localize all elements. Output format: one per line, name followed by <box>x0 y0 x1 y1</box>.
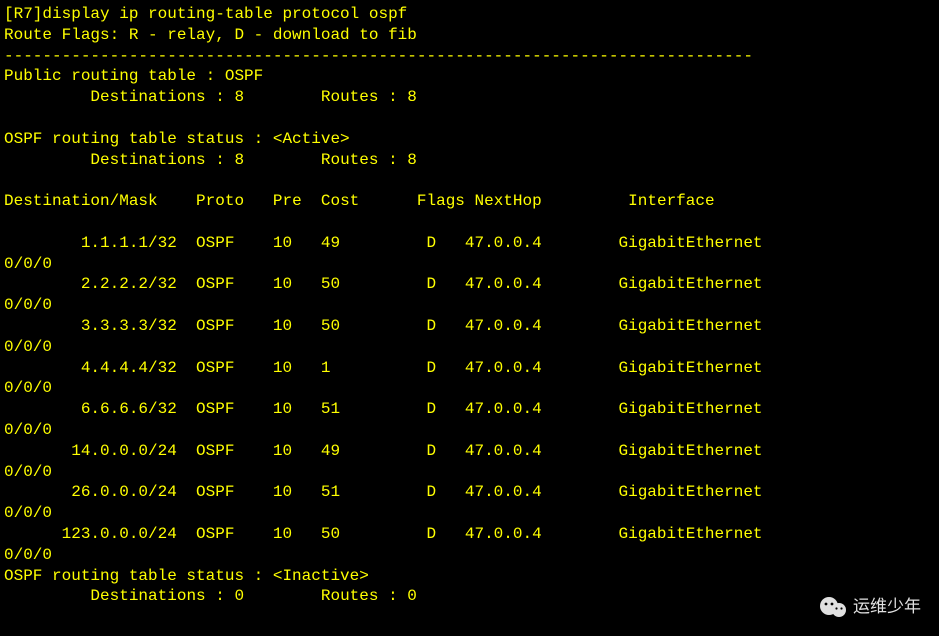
watermark-text: 运维少年 <box>853 596 921 618</box>
dest-count: 0 <box>234 587 244 605</box>
header-pre: Pre <box>273 192 302 210</box>
dest-label: Destinations : <box>90 587 224 605</box>
header-iface: Interface <box>628 192 714 210</box>
inactive-status-title: OSPF routing table status : <Inactive> <box>4 567 369 585</box>
header-cost: Cost <box>321 192 359 210</box>
dest-count: 8 <box>234 151 244 169</box>
dest-label: Destinations : <box>90 88 224 106</box>
divider-line: ----------------------------------------… <box>4 47 753 65</box>
active-status-title: OSPF routing table status : <Active> <box>4 130 350 148</box>
routes-label: Routes : <box>321 151 398 169</box>
dest-label: Destinations : <box>90 151 224 169</box>
prompt: [R7] <box>4 5 42 23</box>
header-dest: Destination/Mask <box>4 192 158 210</box>
command-text: display ip routing-table protocol ospf <box>42 5 407 23</box>
routes-count: 0 <box>407 587 417 605</box>
public-table-title: Public routing table : OSPF <box>4 67 263 85</box>
routes-count: 8 <box>407 151 417 169</box>
watermark: 运维少年 <box>819 596 921 618</box>
header-flags: Flags <box>417 192 465 210</box>
dest-count: 8 <box>234 88 244 106</box>
terminal-output: [R7]display ip routing-table protocol os… <box>4 4 935 607</box>
header-proto: Proto <box>196 192 244 210</box>
routes-count: 8 <box>407 88 417 106</box>
routes-label: Routes : <box>321 88 398 106</box>
header-nexthop: NextHop <box>475 192 542 210</box>
wechat-icon <box>819 596 847 618</box>
routes-label: Routes : <box>321 587 398 605</box>
route-flags-line: Route Flags: R - relay, D - download to … <box>4 26 417 44</box>
